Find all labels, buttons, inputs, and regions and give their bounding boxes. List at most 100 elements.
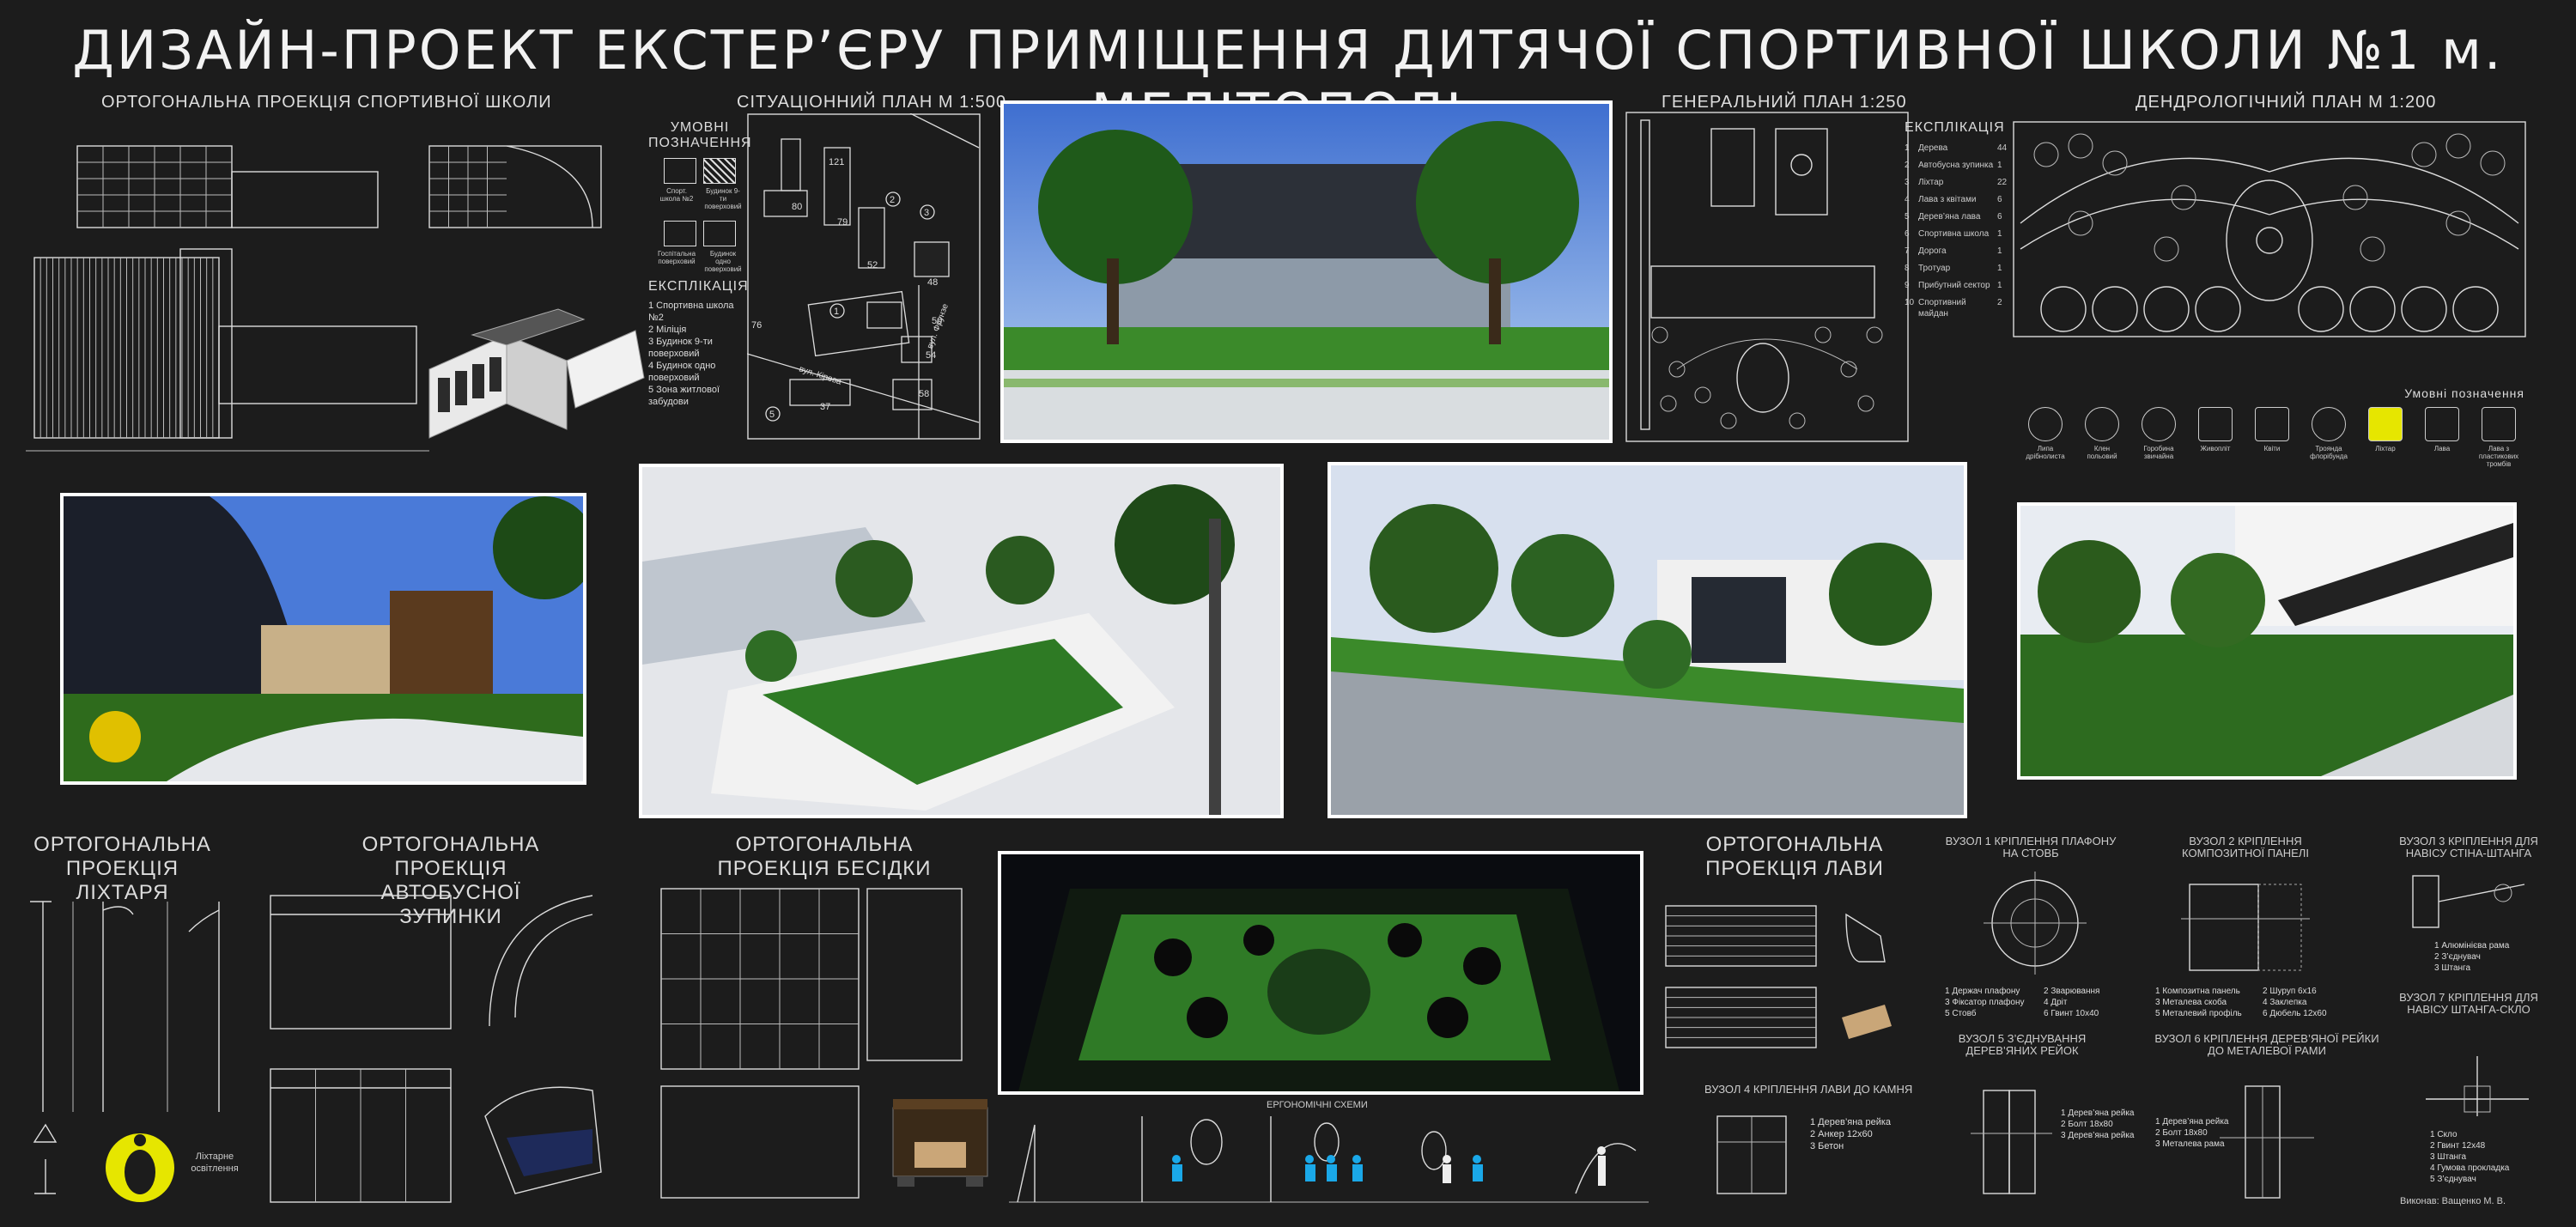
- node-item: 6 Дюбель 12х60: [2263, 1009, 2327, 1018]
- render-gazebo-view: [60, 493, 586, 785]
- node7-list: 1 Скло 2 Гвинт 12х48 3 Штанга 4 Гумова прок…: [2430, 1129, 2509, 1185]
- dendro-legend-label: Лава з пластикових тромбів: [2478, 445, 2519, 468]
- general-plan-drawing: [1625, 112, 1909, 442]
- dendro-legend-item: Ліхтар: [2365, 407, 2406, 468]
- dendro-legend-item: Лава: [2421, 407, 2463, 468]
- street-label: вул. Кірова: [798, 364, 843, 386]
- explication-general-name: Дерева: [1918, 143, 1948, 153]
- explication-general-row: 6 Спортивна школа 1: [1905, 228, 2016, 240]
- dendro-legend-item: Горобина звичайна: [2138, 407, 2179, 468]
- explication-general-num: 6: [1905, 229, 1910, 239]
- dendro-legend-label: Клен польовий: [2087, 445, 2117, 460]
- dendro-legend-label: Горобина звичайна: [2143, 445, 2174, 460]
- explication-general-num: 3: [1905, 178, 1910, 187]
- tree-legend-icon: [2198, 407, 2233, 441]
- site-num: 1: [834, 307, 839, 317]
- legend-1-storey: Будинок одно поверховий: [704, 250, 742, 273]
- site-num: 5: [769, 410, 775, 420]
- node2-drawing: [2181, 884, 2310, 971]
- explication-general-row: 3 Ліхтар 22: [1905, 177, 2016, 188]
- dendro-legend-label: Ліхтар: [2375, 445, 2396, 453]
- node-item: 1 Алюмінієва рама: [2434, 941, 2510, 951]
- dendro-legend: Умовні позначення Липа дрібнолиста Клен п…: [2016, 386, 2531, 468]
- general-plan-label: ГЕНЕРАЛЬНИЙ ПЛАН 1:250: [1662, 93, 1907, 112]
- node-item: 6 Гвинт 10х40: [2044, 1009, 2099, 1018]
- explication-general-name: Прибутний сектор: [1918, 281, 1990, 290]
- explication-general-name: Дорога: [1918, 246, 1947, 256]
- node-item: 1 Дерев’яна рейка: [1810, 1117, 1892, 1127]
- ortho-gazebo-label: ОРТОГОНАЛЬНА ПРОЕКЦІЯ БЕСІДКИ: [717, 833, 932, 880]
- lamp-caption: Ліхтарне освітлення: [191, 1151, 239, 1174]
- node1-list: 1 Держач плафону 2 Зварювання 3 Фіксатор п…: [1945, 986, 2142, 1019]
- node-item: 2 Зварювання: [2044, 987, 2100, 996]
- site-num: 58: [919, 389, 929, 399]
- lamp-logo-icon: [106, 1133, 174, 1202]
- render-night-view: [998, 851, 1643, 1095]
- node-item: 4 Гумова прокладка: [2430, 1163, 2510, 1173]
- node-item: 4 Дріт: [2044, 998, 2068, 1007]
- node-item: 2 Гвинт 12х48: [2430, 1141, 2486, 1151]
- tree-legend-icon: [2085, 407, 2119, 441]
- node-item: 2 З’єднувач: [2434, 952, 2481, 962]
- node2-title: ВУЗОЛ 2 КРІПЛЕННЯ КОМПОЗИТНОЇ ПАНЕЛІ: [2182, 835, 2309, 860]
- explication-general-name: Дерев’яна лава: [1918, 212, 1981, 222]
- node1-title: ВУЗОЛ 1 КРІПЛЕННЯ ПЛАФОНУ НА СТОВБ: [1945, 835, 2117, 860]
- node7-drawing: [2426, 1056, 2529, 1116]
- node5-list: 1 Дерев’яна рейка 2 Болт 18х80 3 Дерев’яна…: [2061, 1108, 2134, 1141]
- dendro-legend-item: Живопліт: [2195, 407, 2236, 468]
- site-num: 52: [867, 260, 878, 270]
- legend-symbols: УМОВНІ ПОЗНАЧЕННЯ Спорт. школа №2 Будино…: [648, 120, 751, 273]
- node-item: 3 Штанга: [2430, 1152, 2467, 1162]
- node3-list: 1 Алюмінієва рама 2 З’єднувач 3 Штанга: [2434, 940, 2509, 974]
- node5-title: ВУЗОЛ 5 З’ЄДНУВАННЯ ДЕРЕВ’ЯНИХ РЕЙОК: [1958, 1032, 2087, 1057]
- node-item: 3 Бетон: [1810, 1141, 1844, 1151]
- explication-general-row: 5 Дерев’яна лава 6: [1905, 211, 2016, 222]
- explication-general-name: Ліхтар: [1918, 178, 1944, 187]
- site-num: 37: [820, 402, 830, 412]
- legend-9-storey: Будинок 9-ти поверховий: [704, 187, 742, 210]
- explication-general-row: 10 Спортивний майдан 2: [1905, 297, 2016, 319]
- explication-item: 2 Міліція: [648, 325, 687, 335]
- bench-ortho-drawing: [1665, 905, 1892, 1048]
- legend-sport-school: Спорт. школа №2: [659, 187, 694, 203]
- dendro-legend-item: Клен польовий: [2081, 407, 2123, 468]
- node-item: 3 Металева скоба: [2155, 998, 2227, 1007]
- legend-hospital: Госпітальна поверховий: [657, 250, 696, 265]
- explication-item: 5 Зона житлової забудови: [648, 385, 720, 407]
- explication-site: ЕКСПЛІКАЦІЯ 1 Спортивна школа №2 2 Міліці…: [648, 279, 751, 408]
- school-ortho-drawing: [26, 145, 645, 452]
- node-item: 2 Болт 18х80: [2061, 1120, 2113, 1129]
- tree-legend-icon: [2312, 407, 2346, 441]
- render-street-view: [1327, 462, 1967, 818]
- explication-general-name: Спортивний майдан: [1918, 298, 1966, 319]
- ortho-bench-label: ОРТОГОНАЛЬНА ПРОЕКЦІЯ ЛАВИ: [1705, 833, 1884, 880]
- node3-drawing: [2412, 875, 2525, 928]
- site-num: 2: [890, 195, 895, 205]
- site-num: 48: [927, 277, 938, 288]
- site-plan-label: СІТУАЦІОННИЙ ПЛАН М 1:500: [737, 93, 1007, 112]
- site-num: 121: [829, 157, 844, 167]
- tree-legend-icon: [2425, 407, 2459, 441]
- dendro-legend-label: Троянда флорібунда: [2310, 445, 2348, 460]
- explication-general-num: 8: [1905, 264, 1910, 273]
- node-item: 1 Дерев’яна рейка: [2155, 1117, 2229, 1127]
- explication-general-row: 2 Автобусна зупинка 1: [1905, 160, 2016, 171]
- explication-general-row: 9 Прибутний сектор 1: [1905, 280, 2016, 291]
- node3-title: ВУЗОЛ 3 КРІПЛЕННЯ ДЛЯ НАВІСУ СТІНА-ШТАНГ…: [2399, 835, 2538, 860]
- node-item: 3 Фіксатор плафону: [1945, 998, 2025, 1007]
- node6-title: ВУЗОЛ 6 КРІПЛЕННЯ ДЕРЕВ’ЯНОЇ РЕЙКИ ДО МЕ…: [2154, 1032, 2379, 1057]
- tree-legend-icon: [2255, 407, 2289, 441]
- bus-stop-ortho-drawing: [270, 895, 602, 1203]
- render-side-view: [2017, 502, 2517, 780]
- dendro-legend-label: Квіти: [2263, 445, 2281, 453]
- node-item: 3 Металева рама: [2155, 1139, 2225, 1149]
- explication-item: 3 Будинок 9-ти поверховий: [648, 337, 713, 359]
- node1-drawing: [1984, 872, 2087, 975]
- explication-general: ЕКСПЛІКАЦІЯ 1 Дерева 44 2 Автобусна зупинка 1…: [1905, 120, 2016, 325]
- explication-general-name: Спортивна школа: [1918, 229, 1990, 239]
- explication-general-num: 7: [1905, 246, 1910, 256]
- site-num: 80: [792, 202, 802, 212]
- dendro-legend-title: Умовні позначення: [2404, 386, 2524, 400]
- explication-general-row: 4 Лава з квітами 6: [1905, 194, 2016, 205]
- node-item: 1 Композитна панель: [2155, 987, 2240, 996]
